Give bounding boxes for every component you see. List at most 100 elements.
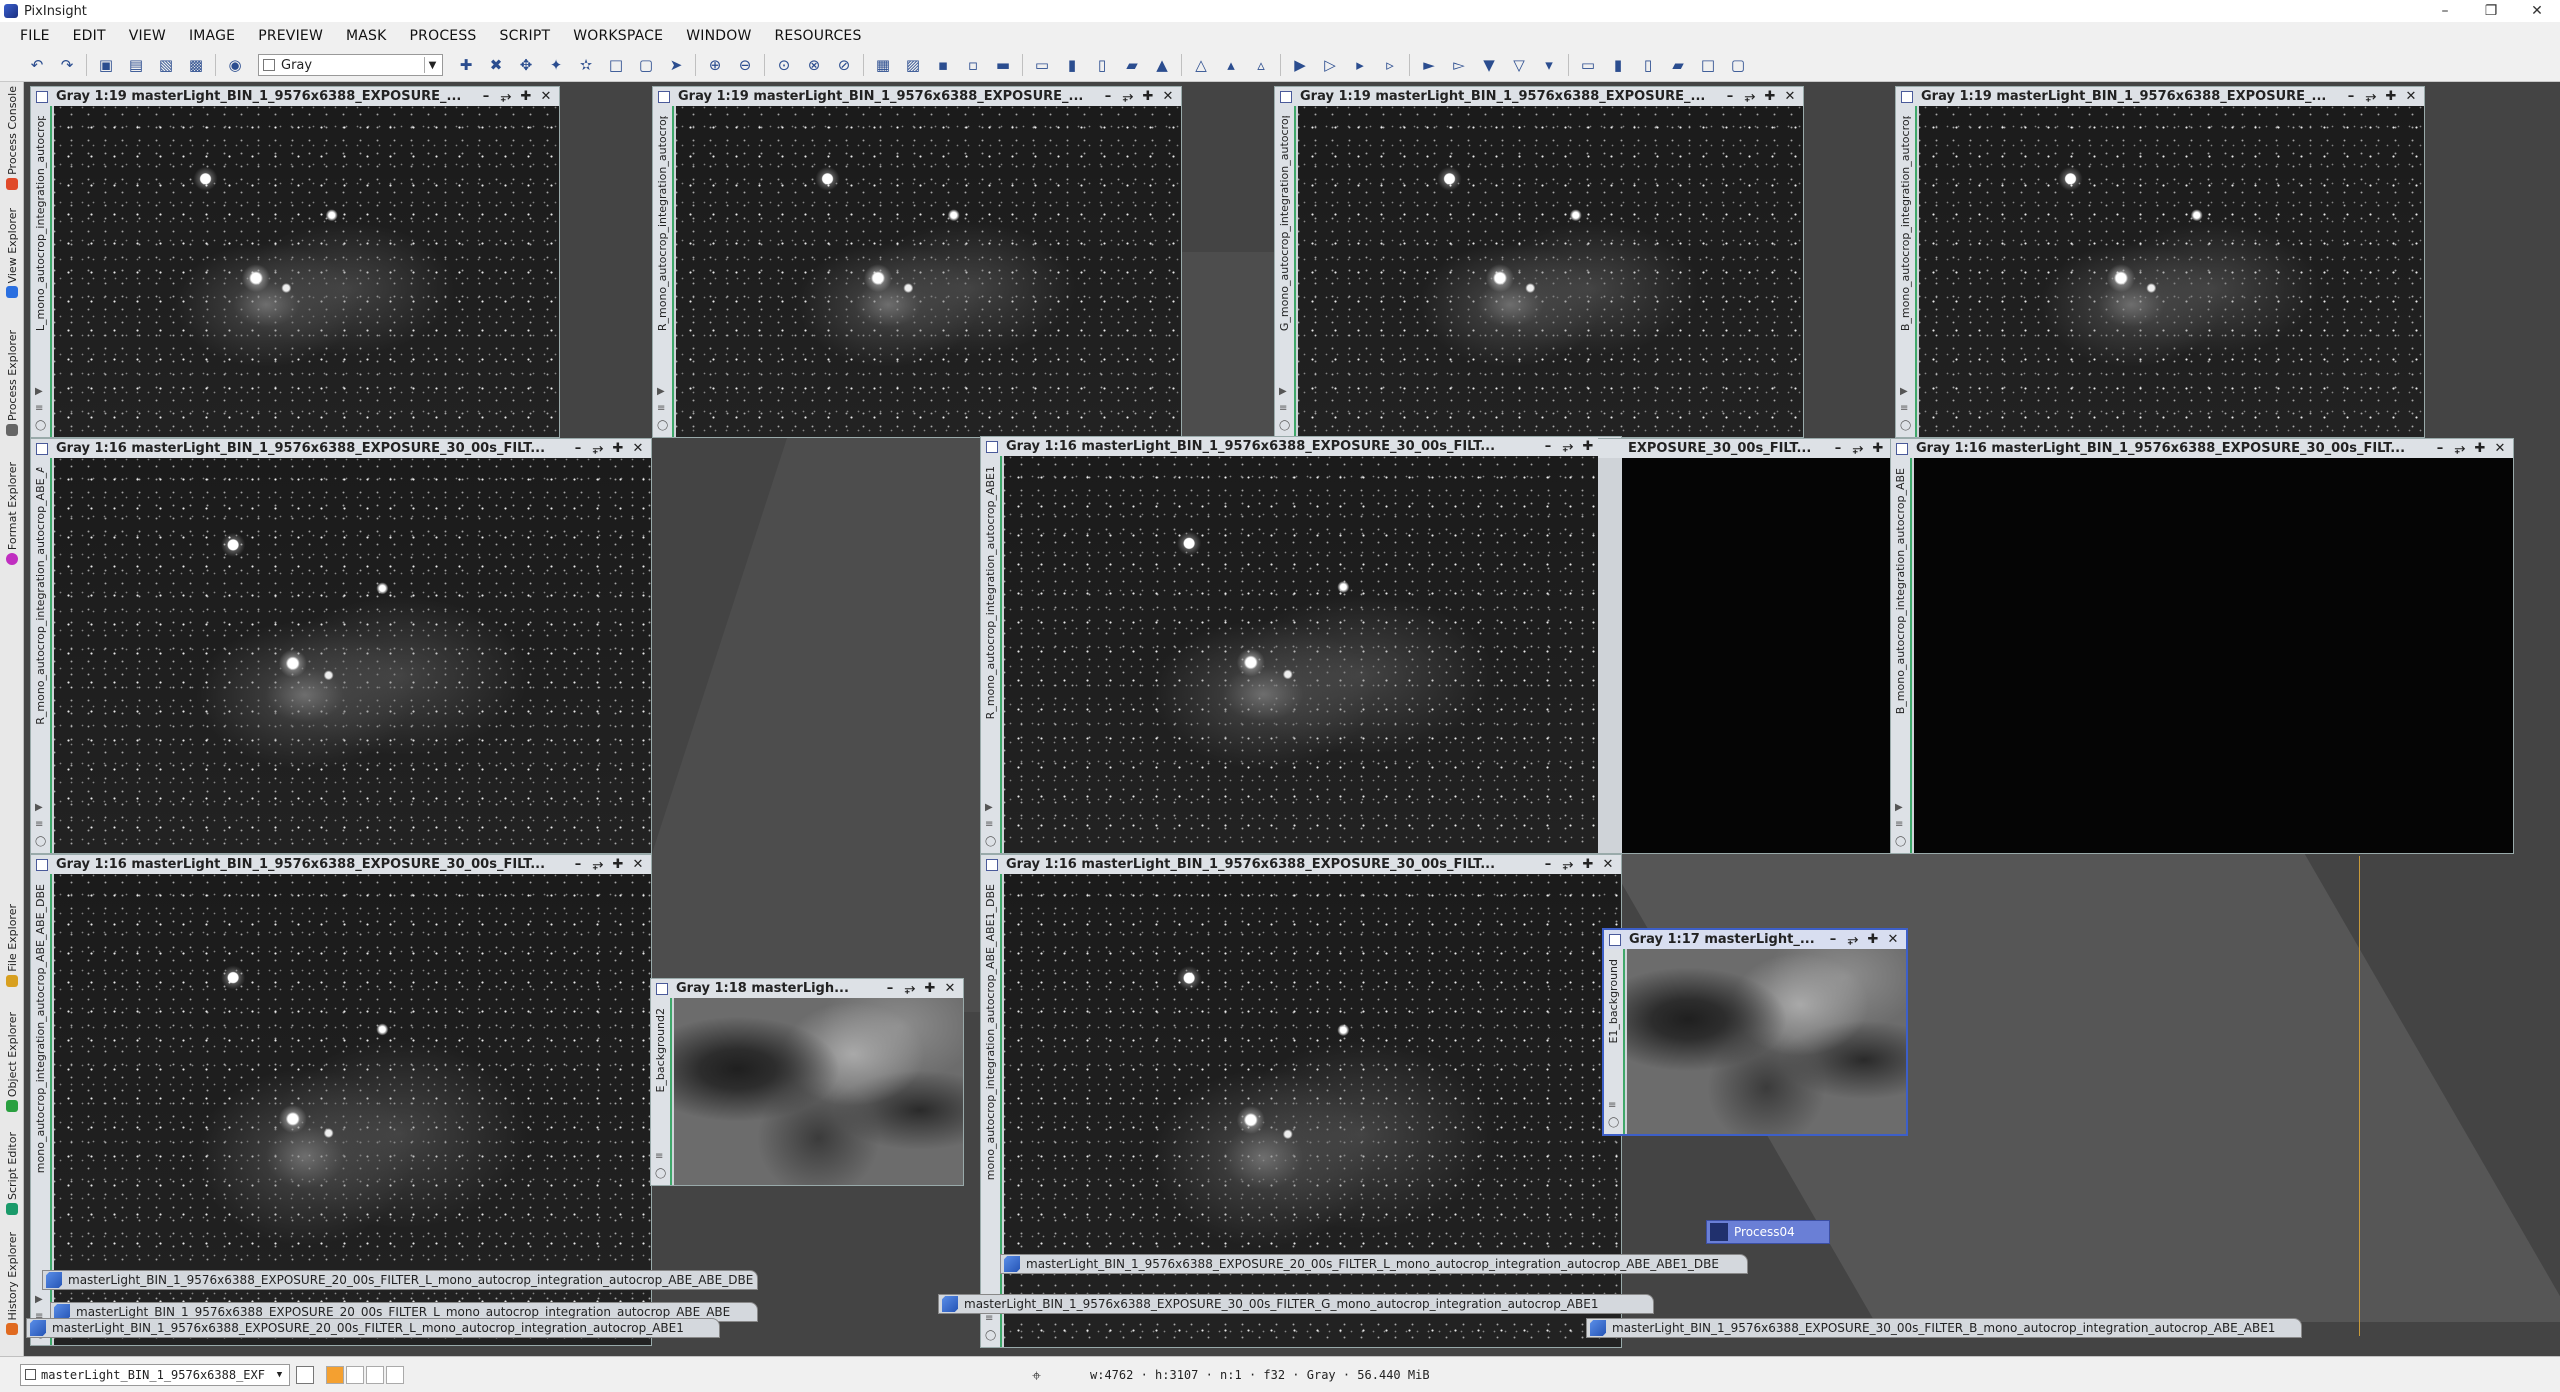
window-titlebar[interactable]: Gray 1:16 masterLight_BIN_1_9576x6388_EX… [31,855,651,874]
close-icon[interactable]: ✕ [631,857,645,872]
channel-swatch-icon[interactable] [346,1365,364,1384]
view-selector-strip[interactable]: B_mono_autocrop_integration_autocrop ▶ ≡ ◯ [1896,106,1917,437]
minimize-icon[interactable]: – [571,857,585,872]
menu-process[interactable]: PROCESS [402,28,492,44]
view-tool-icon[interactable]: ≡ [35,403,46,414]
image-icon[interactable]: masterLight_BIN_1_9576x6388_EXPOSURE_30_… [938,1294,1654,1314]
preview-1-icon[interactable]: △ [1190,54,1212,76]
pointer-icon[interactable]: ➤ [665,54,687,76]
dock-tab-history-explorer[interactable]: History Explorer [0,1232,24,1336]
zoom-mode-icon[interactable]: ✖ [485,54,507,76]
save-as-icon[interactable]: ▩ [185,54,207,76]
view-tool-icon[interactable]: ≡ [655,1151,666,1162]
menu-workspace[interactable]: WORKSPACE [565,28,678,44]
image-canvas[interactable] [674,998,963,1185]
window-titlebar[interactable]: Gray 1:19 masterLight_BIN_1_9576x6388_EX… [31,87,559,106]
maximize-icon[interactable]: ✚ [2473,441,2487,456]
dock-tab-file-explorer[interactable]: File Explorer [0,904,24,987]
window-titlebar[interactable]: Gray 1:16 masterLight_BIN_1_9576x6388_EX… [31,439,651,458]
close-icon[interactable]: ✕ [1886,932,1900,947]
shade-icon[interactable]: ⥅ [1846,932,1860,947]
zoom-1-1-icon[interactable]: ⊙ [773,54,795,76]
image-canvas[interactable] [1919,106,2424,437]
screen-5-icon[interactable]: □ [1697,54,1719,76]
dock-tab-view-explorer[interactable]: View Explorer [0,208,24,299]
edit-preview-icon[interactable]: ▢ [635,54,657,76]
shade-icon[interactable]: ⥅ [499,89,513,104]
preview-2-icon[interactable]: ▴ [1220,54,1242,76]
window-titlebar[interactable]: Gray 1:16 masterLight_BIN_1_9576x6388_EX… [981,855,1621,874]
undo-icon[interactable]: ↶ [26,54,48,76]
shade-icon[interactable]: ⥅ [903,981,917,996]
fit-view-icon[interactable]: ▦ [872,54,894,76]
maximize-icon[interactable]: ✚ [1581,439,1595,454]
minimize-icon[interactable]: – [1723,89,1737,104]
shade-icon[interactable]: ⥅ [2364,89,2378,104]
close-icon[interactable]: ✕ [2404,89,2418,104]
view-selector-strip[interactable]: B_mono_autocrop_integration_autocrop_ABE… [1891,458,1912,853]
image-icon[interactable]: masterLight_BIN_1_9576x6388_EXPOSURE_30_… [1586,1318,2302,1338]
window-titlebar[interactable]: Gray 1:16 masterLight_BIN_1_9576x6388_EX… [981,437,1621,456]
chevron-down-icon[interactable]: ▼ [272,1367,287,1383]
image-canvas[interactable] [676,106,1181,437]
view-tool-icon[interactable]: ◯ [657,420,668,431]
image-window-E1-background[interactable]: Gray 1:17 masterLight_... – ⥅ ✚ ✕ E1_backgro… [1602,928,1908,1136]
image-canvas[interactable] [54,106,559,437]
window-titlebar[interactable]: Gray 1:19 masterLight_BIN_1_9576x6388_EX… [1896,87,2424,106]
mask-select-icon[interactable]: ▰ [1121,54,1143,76]
restore-icon[interactable]: ❐ [2468,0,2514,22]
window-titlebar[interactable]: Gray 1:18 masterLigh... – ⥅ ✚ ✕ [651,979,963,998]
image-icon[interactable]: masterLight_BIN_1_9576x6388_EXPOSURE_20_… [26,1318,720,1338]
shade-icon[interactable]: ⥅ [1743,89,1757,104]
minimize-icon[interactable]: – [1831,441,1845,456]
dock-tab-script-editor[interactable]: Script Editor [0,1132,24,1215]
maximize-icon[interactable]: ✚ [1871,441,1885,456]
menu-script[interactable]: SCRIPT [492,28,566,44]
optimize-window-icon[interactable]: ▪ [932,54,954,76]
maximize-icon[interactable]: ✚ [611,441,625,456]
view-tool-icon[interactable]: ▶ [1895,802,1906,813]
close-icon[interactable]: ✕ [1601,857,1615,872]
view-tool-icon[interactable]: ≡ [1895,819,1906,830]
menu-mask[interactable]: MASK [338,28,402,44]
view-tool-icon[interactable]: ◯ [1900,420,1911,431]
close-icon[interactable]: ✕ [631,441,645,456]
center-mode-icon[interactable]: ✦ [545,54,567,76]
view-tool-icon[interactable]: ◯ [985,836,996,847]
minimize-icon[interactable]: – [2422,0,2468,22]
image-window-G-ABE[interactable]: EXPOSURE_30_00s_FILT...–⥅✚✕ [1598,438,1912,854]
screen-2-icon[interactable]: ▮ [1607,54,1629,76]
view-tool-icon[interactable]: ≡ [1900,403,1911,414]
fit-mode-icon[interactable]: ✫ [575,54,597,76]
image-window-background2[interactable]: Gray 1:18 masterLigh... – ⥅ ✚ ✕ E_background… [650,978,964,1186]
readout-mode-icon[interactable]: ✚ [455,54,477,76]
close-icon[interactable]: ✕ [943,981,957,996]
mask-invert-icon[interactable]: ▯ [1091,54,1113,76]
zoom-out-icon[interactable]: ⊖ [734,54,756,76]
shade-icon[interactable]: ⥅ [1561,439,1575,454]
screen-6-icon[interactable]: ▢ [1727,54,1749,76]
view-tool-icon[interactable]: ◯ [655,1168,666,1179]
colorspace-select[interactable]: Gray ▼ [258,54,443,76]
save-icon[interactable]: ▧ [155,54,177,76]
maximize-icon[interactable]: ✚ [1763,89,1777,104]
view-tool-icon[interactable]: ▶ [35,1294,46,1305]
close-icon[interactable]: ✕ [2514,0,2560,22]
view-options-button[interactable] [296,1365,314,1384]
menu-preview[interactable]: PREVIEW [250,28,338,44]
window-titlebar[interactable]: Gray 1:16 masterLight_BIN_1_9576x6388_EX… [1891,439,2513,458]
view-tool-icon[interactable]: ≡ [1279,403,1290,414]
window-titlebar[interactable]: Gray 1:17 masterLight_... – ⥅ ✚ ✕ [1604,930,1906,949]
image-window-R-ABE1[interactable]: Gray 1:16 masterLight_BIN_1_9576x6388_EX… [980,436,1622,854]
view-selector-strip[interactable]: mono_autocrop_integration_autocrop_ABE_A… [981,874,1002,1347]
image-icon[interactable]: masterLight_BIN_1_9576x6388_EXPOSURE_20_… [1000,1254,1748,1274]
open-icon[interactable]: ▤ [125,54,147,76]
view-tool-icon[interactable]: ▶ [35,802,46,813]
image-canvas[interactable] [54,458,651,853]
tile-icon[interactable]: ▬ [992,54,1014,76]
view-tool-icon[interactable]: ≡ [1608,1100,1619,1111]
explorer-4-icon[interactable]: ▽ [1508,54,1530,76]
view-tool-icon[interactable]: ▶ [657,386,668,397]
image-window-L-integration[interactable]: Gray 1:19 masterLight_BIN_1_9576x6388_EX… [30,86,560,438]
view-tool-icon[interactable]: ▶ [1279,386,1290,397]
